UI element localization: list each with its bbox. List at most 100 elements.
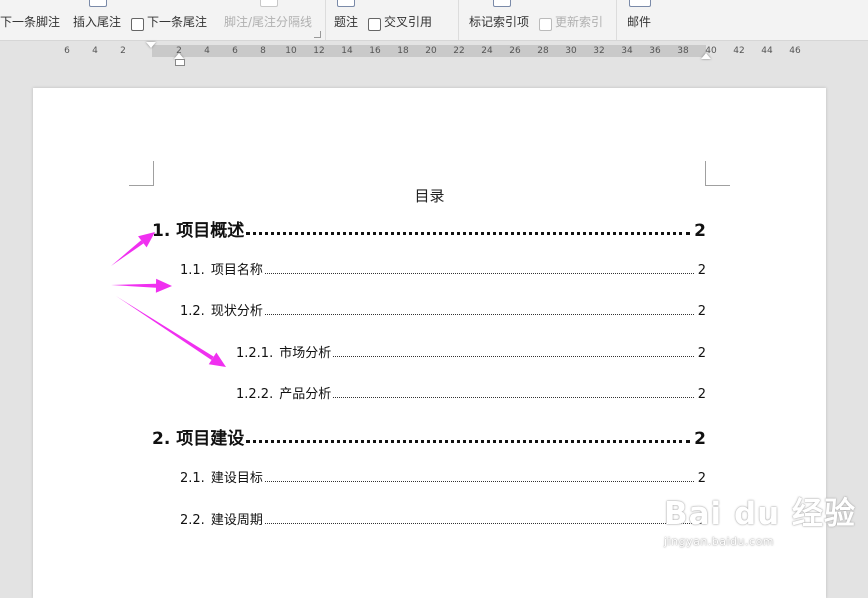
toc-entry-page: 2 xyxy=(697,346,706,361)
toc-entry-title: 项目建设 xyxy=(176,429,245,449)
toc-entry-number: 1.2.2. xyxy=(236,387,274,402)
insert-endnote-button[interactable]: 插入尾注 xyxy=(73,0,121,40)
toc-leader-dots xyxy=(264,272,694,274)
ruler-tick-label: 14 xyxy=(341,46,353,56)
ruler-tick-label: 30 xyxy=(565,46,577,56)
toc-entry-page: 2 xyxy=(697,387,706,402)
mail-icon xyxy=(629,0,651,7)
ruler-tick-label: 24 xyxy=(481,46,493,56)
toc-entry-number: 2. xyxy=(152,429,171,449)
toc-entry-page: 2 xyxy=(697,263,706,278)
ruler-tick-label: 10 xyxy=(285,46,297,56)
next-endnote-icon xyxy=(131,18,144,31)
cross-reference-label: 交叉引用 xyxy=(384,15,433,29)
ruler-tick-label: 4 xyxy=(92,46,98,56)
toc-entry[interactable]: 1.1. 项目名称 2 xyxy=(180,259,706,278)
crop-mark-top-right xyxy=(705,161,730,186)
ribbon-divider xyxy=(458,0,459,40)
toc-entry-page: 2 xyxy=(697,304,706,319)
mailings-label: 邮件 xyxy=(627,15,652,29)
ruler-tick-label: 26 xyxy=(509,46,521,56)
ruler-tick-label: 22 xyxy=(453,46,465,56)
cross-reference-icon xyxy=(368,18,381,31)
toc-leader-dots xyxy=(264,313,694,315)
cross-reference-button[interactable]: 交叉引用 xyxy=(368,0,432,40)
toc-leader-dots xyxy=(264,522,694,524)
insert-endnote-label: 插入尾注 xyxy=(73,15,122,29)
ruler-tick-label: 4 xyxy=(204,46,210,56)
separator-line-button[interactable]: 脚注/尾注分隔线 xyxy=(224,0,312,40)
ruler-tick-label: 28 xyxy=(537,46,549,56)
toc-entry-title: 项目名称 xyxy=(210,263,263,278)
toc-leader-dots xyxy=(333,396,694,398)
toc-entry[interactable]: 1. 项目概述 2 xyxy=(152,216,706,241)
mark-index-entry-button[interactable]: 标记索引项 xyxy=(469,0,529,40)
toc-entry[interactable]: 1.2. 现状分析 2 xyxy=(180,300,706,319)
ruler-tick-label: 20 xyxy=(425,46,437,56)
toc-entry-page: 2 xyxy=(694,429,706,449)
toc-entry[interactable]: 1.2.2. 产品分析 2 xyxy=(236,383,706,402)
toc-leader-dots xyxy=(246,231,691,235)
ruler-tick-label: 42 xyxy=(733,46,745,56)
ruler-tick-label: 6 xyxy=(64,46,70,56)
footnote-dialog-launcher-icon[interactable] xyxy=(314,31,321,38)
next-footnote-button[interactable]: 下一条脚注 xyxy=(0,0,60,40)
ruler-tick-label: 46 xyxy=(789,46,801,56)
caption-button[interactable]: 题注 xyxy=(334,0,358,40)
ruler-tick-label: 2 xyxy=(120,46,126,56)
caption-icon xyxy=(337,0,355,7)
toc-entry-title: 产品分析 xyxy=(279,387,332,402)
update-index-button[interactable]: 更新索引 xyxy=(539,0,603,40)
ruler-tick-label: 44 xyxy=(761,46,773,56)
ruler-tick-label: 36 xyxy=(649,46,661,56)
next-footnote-label: 下一条脚注 xyxy=(0,15,61,29)
insert-endnote-icon xyxy=(89,0,107,7)
toc-entry-number: 2.1. xyxy=(180,471,205,486)
toc-entry-title: 建设目标 xyxy=(210,471,263,486)
toc-entry-number: 1.2.1. xyxy=(236,346,274,361)
ribbon-toolbar: 下一条脚注 插入尾注 下一条尾注 脚注/尾注分隔线 题注 交叉引用 标记索引项 … xyxy=(0,0,868,41)
toc-entry[interactable]: 1.2.1. 市场分析 2 xyxy=(236,342,706,361)
toc-leader-dots xyxy=(246,439,691,443)
ruler-tick-label: 16 xyxy=(369,46,381,56)
ruler-tick-label: 18 xyxy=(397,46,409,56)
ruler-tick-label: 34 xyxy=(621,46,633,56)
toc-entry-number: 2.2. xyxy=(180,513,205,528)
toc-leader-dots xyxy=(264,480,694,482)
update-index-label: 更新索引 xyxy=(555,15,604,29)
update-index-icon xyxy=(539,18,552,31)
mark-index-entry-label: 标记索引项 xyxy=(469,15,530,29)
crop-mark-top-left xyxy=(129,161,154,186)
next-endnote-button[interactable]: 下一条尾注 xyxy=(131,0,207,40)
toc-entry[interactable]: 2.1. 建设目标 2 xyxy=(180,467,706,486)
horizontal-ruler[interactable]: 6 4 2 2 4 6 8 10 12 14 16 18 20 22 24 26 28 30 32 34 36 38 40 4… xyxy=(0,41,868,66)
watermark-logo: Bai du 经验 xyxy=(664,496,857,532)
separator-line-icon xyxy=(260,0,278,7)
toc-entry[interactable]: 2. 项目建设 2 xyxy=(152,424,706,449)
ribbon-divider xyxy=(325,0,326,40)
toc-title: 目录 xyxy=(414,187,445,205)
toc-leader-dots xyxy=(333,355,694,357)
toc-entry-page: 2 xyxy=(697,471,706,486)
right-indent-marker[interactable] xyxy=(701,53,711,59)
toc-entry-title: 现状分析 xyxy=(210,304,263,319)
toc-entry-title: 市场分析 xyxy=(279,346,332,361)
mailings-button[interactable]: 邮件 xyxy=(627,0,651,40)
toc-entry-title: 建设周期 xyxy=(210,513,263,528)
toc-entry[interactable]: 2.2. 建设周期 2 xyxy=(180,509,706,528)
left-indent-box-marker[interactable] xyxy=(175,59,185,66)
watermark-url: jingyan.baidu.com xyxy=(664,535,775,548)
mark-index-entry-icon xyxy=(493,0,511,7)
ruler-tick-label: 38 xyxy=(677,46,689,56)
first-line-indent-marker[interactable] xyxy=(146,42,156,48)
ruler-tick-label: 12 xyxy=(313,46,325,56)
next-endnote-label: 下一条尾注 xyxy=(147,15,208,29)
ruler-tick-label: 8 xyxy=(260,46,266,56)
caption-label: 题注 xyxy=(334,15,359,29)
toc-entry-number: 1. xyxy=(152,221,171,241)
separator-line-label: 脚注/尾注分隔线 xyxy=(224,15,313,29)
ruler-tick-label: 6 xyxy=(232,46,238,56)
toc-entry-number: 1.1. xyxy=(180,263,205,278)
toc-entry-page: 2 xyxy=(694,221,706,241)
toc-entry-number: 1.2. xyxy=(180,304,205,319)
